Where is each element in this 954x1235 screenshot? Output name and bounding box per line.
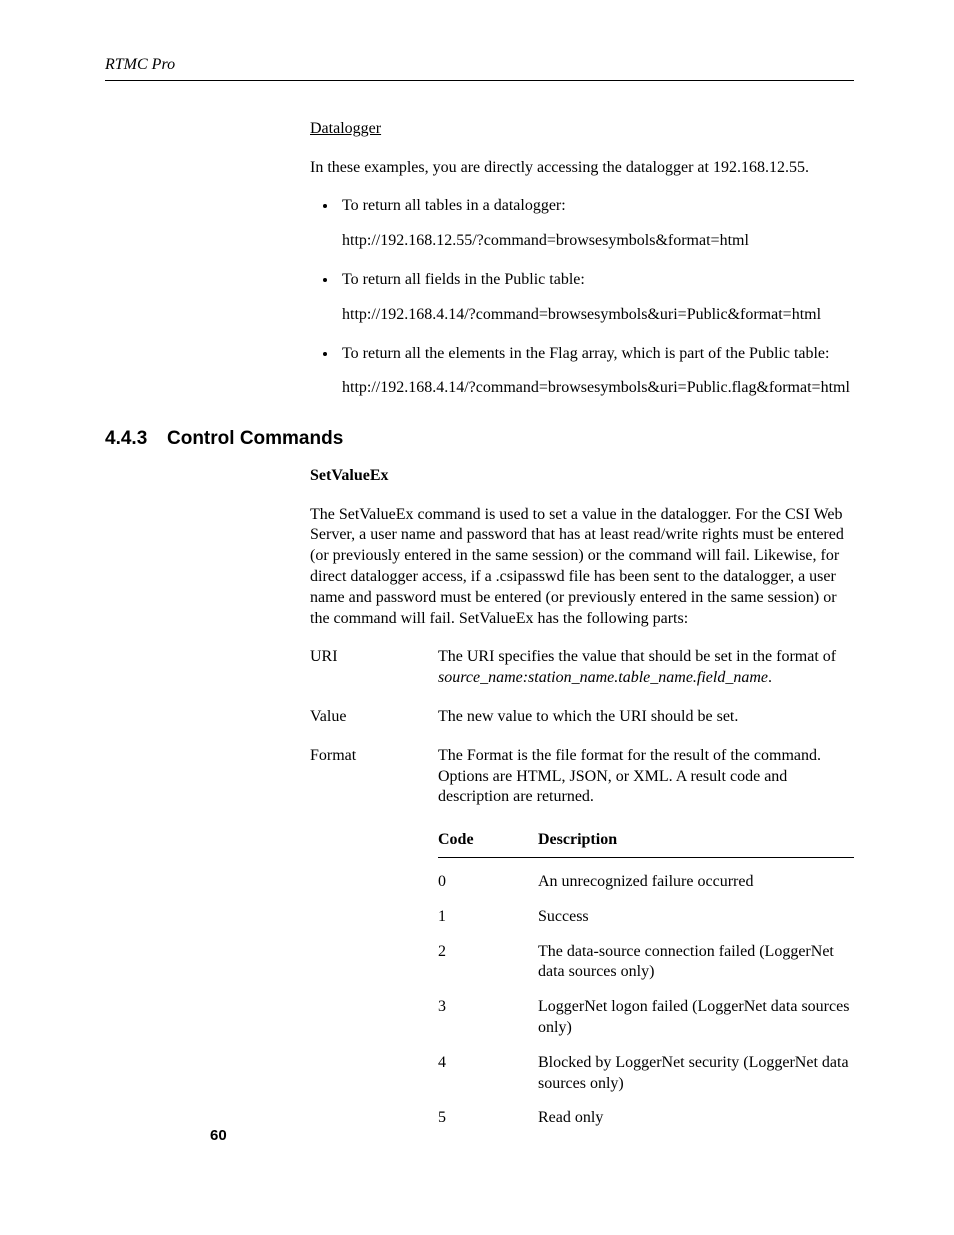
running-header: RTMC Pro <box>105 55 854 76</box>
bullet-item: To return all tables in a datalogger: ht… <box>338 196 854 252</box>
code-cell: 1 <box>438 893 538 928</box>
table-row: 0 An unrecognized failure occurred <box>438 858 854 893</box>
section-title: Control Commands <box>167 428 343 449</box>
parts-definitions: URI The URI specifies the value that sho… <box>310 647 854 808</box>
desc-cell: An unrecognized failure occurred <box>538 858 854 893</box>
definition-desc-pre: The URI specifies the value that should … <box>438 648 836 665</box>
code-cell: 0 <box>438 858 538 893</box>
table-header-code: Code <box>438 826 538 857</box>
definition-row: URI The URI specifies the value that sho… <box>310 647 854 689</box>
desc-cell: LoggerNet logon failed (LoggerNet data s… <box>538 983 854 1039</box>
datalogger-heading: Datalogger <box>310 119 854 140</box>
result-code-table: Code Description 0 An unrecognized failu… <box>438 826 854 1129</box>
code-cell: 5 <box>438 1094 538 1129</box>
bullet-url: http://192.168.4.14/?command=browsesymbo… <box>342 378 854 399</box>
command-name: SetValueEx <box>310 466 854 487</box>
header-rule <box>105 80 854 81</box>
desc-cell: Blocked by LoggerNet security (LoggerNet… <box>538 1039 854 1095</box>
definition-term: Format <box>310 746 438 808</box>
code-cell: 4 <box>438 1039 538 1095</box>
definition-desc: The new value to which the URI should be… <box>438 707 854 728</box>
code-cell: 3 <box>438 983 538 1039</box>
bullet-url: http://192.168.4.14/?command=browsesymbo… <box>342 305 854 326</box>
bullet-text: To return all fields in the Public table… <box>342 271 585 288</box>
definition-desc-italic: source_name:station_name.table_name.fiel… <box>438 669 768 686</box>
definition-term: URI <box>310 647 438 689</box>
table-row: 3 LoggerNet logon failed (LoggerNet data… <box>438 983 854 1039</box>
desc-cell: Read only <box>538 1094 854 1129</box>
definition-row: Value The new value to which the URI sho… <box>310 707 854 728</box>
datalogger-intro: In these examples, you are directly acce… <box>310 158 854 179</box>
table-row: 5 Read only <box>438 1094 854 1129</box>
table-row: 1 Success <box>438 893 854 928</box>
command-description: The SetValueEx command is used to set a … <box>310 505 854 630</box>
bullet-text: To return all tables in a datalogger: <box>342 197 566 214</box>
desc-cell: The data-source connection failed (Logge… <box>538 928 854 984</box>
section-number: 4.4.3 <box>105 427 167 452</box>
definition-desc: The Format is the file format for the re… <box>438 746 854 808</box>
table-header-desc: Description <box>538 826 854 857</box>
datalogger-bullets: To return all tables in a datalogger: ht… <box>310 196 854 399</box>
definition-desc: The URI specifies the value that should … <box>438 647 854 689</box>
table-header-row: Code Description <box>438 826 854 857</box>
desc-cell: Success <box>538 893 854 928</box>
page-number: 60 <box>210 1126 227 1146</box>
definition-desc-post: . <box>768 669 772 686</box>
section-body: SetValueEx The SetValueEx command is use… <box>310 466 854 1129</box>
bullet-item: To return all fields in the Public table… <box>338 270 854 326</box>
datalogger-section: Datalogger In these examples, you are di… <box>310 119 854 399</box>
definition-row: Format The Format is the file format for… <box>310 746 854 808</box>
definition-term: Value <box>310 707 438 728</box>
bullet-item: To return all the elements in the Flag a… <box>338 344 854 400</box>
code-cell: 2 <box>438 928 538 984</box>
bullet-url: http://192.168.12.55/?command=browsesymb… <box>342 231 854 252</box>
bullet-text: To return all the elements in the Flag a… <box>342 345 829 362</box>
table-row: 2 The data-source connection failed (Log… <box>438 928 854 984</box>
section-heading: 4.4.3Control Commands <box>105 427 854 452</box>
table-row: 4 Blocked by LoggerNet security (LoggerN… <box>438 1039 854 1095</box>
